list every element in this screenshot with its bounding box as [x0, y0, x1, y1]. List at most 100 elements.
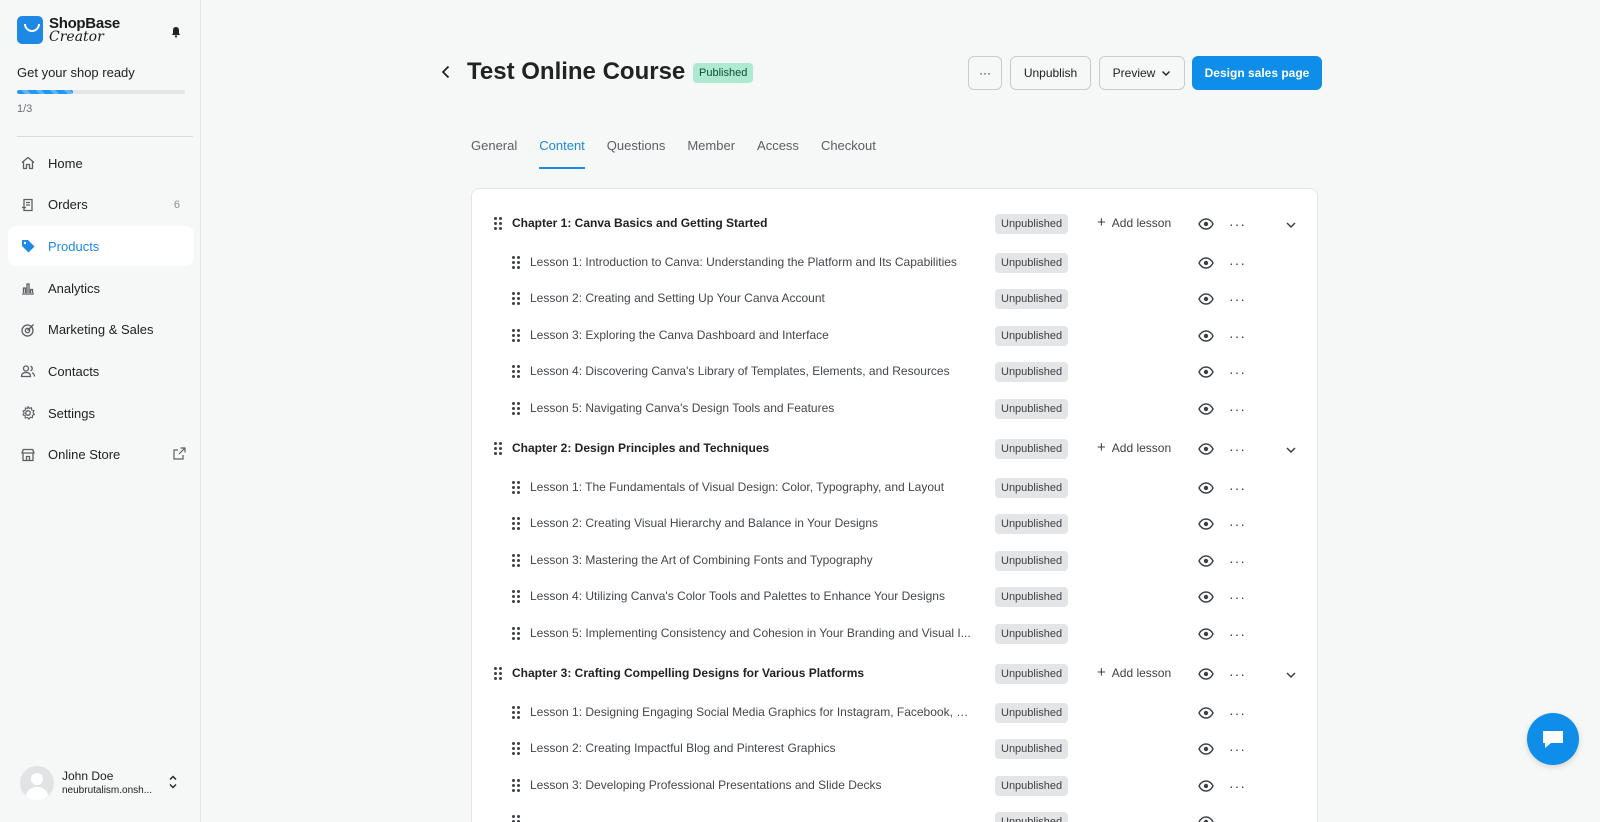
- more-options-icon[interactable]: ···: [1229, 778, 1246, 794]
- sidebar-item-products[interactable]: Products: [8, 226, 194, 267]
- chevron-down-icon[interactable]: [1285, 444, 1297, 456]
- sidebar-item-online-store[interactable]: Online Store: [8, 435, 194, 475]
- tab-general[interactable]: General: [471, 138, 517, 168]
- eye-icon[interactable]: [1198, 329, 1214, 343]
- eye-icon[interactable]: [1198, 217, 1214, 231]
- lesson-row[interactable]: Lesson 1: The Fundamentals of Visual Des…: [472, 470, 1317, 506]
- lesson-row[interactable]: Lesson 3: Exploring the Canva Dashboard …: [472, 318, 1317, 354]
- more-options-icon[interactable]: ···: [1229, 291, 1246, 307]
- user-menu[interactable]: John Doe neubrutalism.onsh...: [20, 766, 190, 800]
- add-lesson-button[interactable]: + Add lesson: [1097, 665, 1171, 680]
- more-options-icon[interactable]: ···: [1229, 516, 1246, 532]
- eye-icon[interactable]: [1198, 667, 1214, 681]
- more-options-icon[interactable]: ···: [1229, 441, 1246, 457]
- more-options-icon[interactable]: ···: [1229, 255, 1246, 271]
- sidebar-item-settings[interactable]: Settings: [8, 393, 194, 433]
- lesson-row[interactable]: Unpublished ···: [472, 804, 1317, 822]
- drag-handle-icon[interactable]: [512, 401, 520, 416]
- lesson-row[interactable]: Lesson 1: Designing Engaging Social Medi…: [472, 695, 1317, 731]
- add-lesson-button[interactable]: + Add lesson: [1097, 440, 1171, 455]
- more-options-icon[interactable]: ···: [1229, 666, 1246, 682]
- lesson-row[interactable]: Lesson 4: Utilizing Canva's Color Tools …: [472, 579, 1317, 615]
- tab-content[interactable]: Content: [539, 138, 585, 169]
- lesson-row[interactable]: Lesson 2: Creating and Setting Up Your C…: [472, 281, 1317, 317]
- unpublish-button[interactable]: Unpublish: [1010, 56, 1091, 90]
- more-options-icon[interactable]: ···: [1229, 589, 1246, 605]
- chevron-down-icon[interactable]: [1285, 219, 1297, 231]
- tab-access[interactable]: Access: [757, 138, 799, 168]
- chevron-down-icon[interactable]: [1285, 669, 1297, 681]
- back-arrow-icon[interactable]: [438, 64, 454, 80]
- sidebar-item-analytics[interactable]: Analytics: [8, 268, 194, 308]
- preview-dropdown-button[interactable]: Preview: [1099, 56, 1185, 90]
- eye-icon[interactable]: [1198, 402, 1214, 416]
- lesson-row[interactable]: Lesson 5: Navigating Canva's Design Tool…: [472, 391, 1317, 427]
- more-options-icon[interactable]: ···: [1229, 401, 1246, 417]
- drag-handle-icon[interactable]: [512, 292, 520, 306]
- lesson-row[interactable]: Lesson 3: Developing Professional Presen…: [472, 768, 1317, 804]
- drag-handle-icon[interactable]: [512, 778, 520, 793]
- external-link-icon[interactable]: [173, 447, 186, 463]
- drag-handle-icon[interactable]: [494, 217, 502, 231]
- tab-checkout[interactable]: Checkout: [821, 138, 876, 168]
- drag-handle-icon[interactable]: [512, 480, 520, 495]
- add-lesson-button[interactable]: + Add lesson: [1097, 215, 1171, 230]
- eye-icon[interactable]: [1198, 627, 1214, 641]
- eye-icon[interactable]: [1198, 517, 1214, 531]
- design-sales-page-button[interactable]: Design sales page: [1192, 56, 1322, 90]
- eye-icon[interactable]: [1198, 554, 1214, 568]
- eye-icon[interactable]: [1198, 365, 1214, 379]
- lesson-row[interactable]: Lesson 5: Implementing Consistency and C…: [472, 616, 1317, 652]
- more-options-icon[interactable]: ···: [1229, 364, 1246, 380]
- drag-handle-icon[interactable]: [494, 667, 502, 681]
- eye-icon[interactable]: [1198, 292, 1214, 306]
- lesson-row[interactable]: Lesson 2: Creating Visual Hierarchy and …: [472, 506, 1317, 542]
- chapter-row[interactable]: Chapter 3: Crafting Compelling Designs f…: [472, 656, 1317, 692]
- lesson-row[interactable]: Lesson 3: Mastering the Art of Combining…: [472, 543, 1317, 579]
- drag-handle-icon[interactable]: [494, 442, 502, 456]
- chevron-up-down-icon[interactable]: [168, 774, 178, 790]
- lesson-row[interactable]: Lesson 2: Creating Impactful Blog and Pi…: [472, 731, 1317, 767]
- tab-member[interactable]: Member: [687, 138, 735, 168]
- drag-handle-icon[interactable]: [512, 742, 520, 756]
- eye-icon[interactable]: [1198, 706, 1214, 720]
- tab-questions[interactable]: Questions: [607, 138, 666, 168]
- sidebar-item-orders[interactable]: Orders 6: [8, 185, 194, 225]
- eye-icon[interactable]: [1198, 779, 1214, 793]
- drag-handle-icon[interactable]: [512, 517, 520, 531]
- more-options-icon[interactable]: ···: [1229, 480, 1246, 496]
- setup-title[interactable]: Get your shop ready: [17, 65, 135, 80]
- drag-handle-icon[interactable]: [512, 590, 520, 604]
- more-options-icon[interactable]: ···: [1229, 814, 1246, 822]
- bell-icon[interactable]: [170, 26, 182, 38]
- eye-icon[interactable]: [1198, 590, 1214, 604]
- more-options-icon[interactable]: ···: [1229, 626, 1246, 642]
- more-options-icon[interactable]: ···: [1229, 553, 1246, 569]
- eye-icon[interactable]: [1198, 742, 1214, 756]
- eye-icon[interactable]: [1198, 256, 1214, 270]
- more-options-icon[interactable]: ···: [1229, 705, 1246, 721]
- sidebar-item-home[interactable]: Home: [8, 143, 194, 183]
- sidebar-item-marketing[interactable]: Marketing & Sales: [8, 310, 194, 350]
- chapter-row[interactable]: Chapter 2: Design Principles and Techniq…: [472, 431, 1317, 467]
- lesson-row[interactable]: Lesson 4: Discovering Canva's Library of…: [472, 354, 1317, 390]
- brand-logo[interactable]: ShopBase Creator: [17, 16, 120, 44]
- drag-handle-icon[interactable]: [512, 365, 520, 379]
- sidebar-item-contacts[interactable]: Contacts: [8, 351, 194, 391]
- eye-icon[interactable]: [1198, 442, 1214, 456]
- more-actions-button[interactable]: ···: [968, 56, 1002, 90]
- more-options-icon[interactable]: ···: [1229, 328, 1246, 344]
- drag-handle-icon[interactable]: [512, 553, 520, 568]
- more-options-icon[interactable]: ···: [1229, 741, 1246, 757]
- chat-button[interactable]: [1527, 713, 1579, 765]
- drag-handle-icon[interactable]: [512, 705, 520, 720]
- lesson-row[interactable]: Lesson 1: Introduction to Canva: Underst…: [472, 245, 1317, 281]
- drag-handle-icon[interactable]: [512, 328, 520, 343]
- eye-icon[interactable]: [1198, 481, 1214, 495]
- eye-icon[interactable]: [1198, 815, 1214, 822]
- drag-handle-icon[interactable]: [512, 255, 520, 270]
- more-options-icon[interactable]: ···: [1229, 216, 1246, 232]
- drag-handle-icon[interactable]: [512, 626, 520, 641]
- chapter-row[interactable]: Chapter 1: Canva Basics and Getting Star…: [472, 206, 1317, 242]
- drag-handle-icon[interactable]: [512, 815, 520, 822]
